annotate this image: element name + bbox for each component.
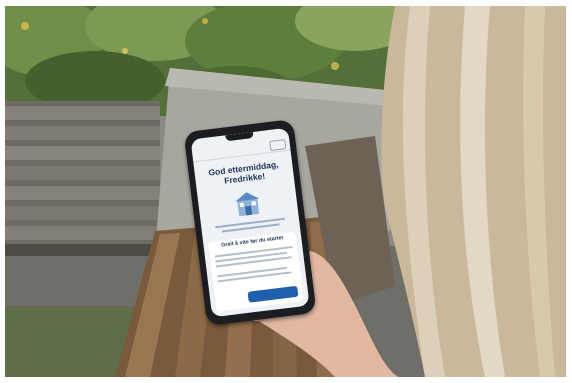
bench-left: [5, 101, 160, 256]
greeting-text: God ettermiddag, Fredrikke!: [207, 159, 279, 186]
photo: God ettermiddag, Fredrikke! Greit å vite…: [5, 6, 566, 377]
house-illustration-icon: [235, 192, 260, 217]
app-bar-button[interactable]: [269, 139, 287, 151]
smartphone: God ettermiddag, Fredrikke! Greit å vite…: [183, 119, 317, 326]
